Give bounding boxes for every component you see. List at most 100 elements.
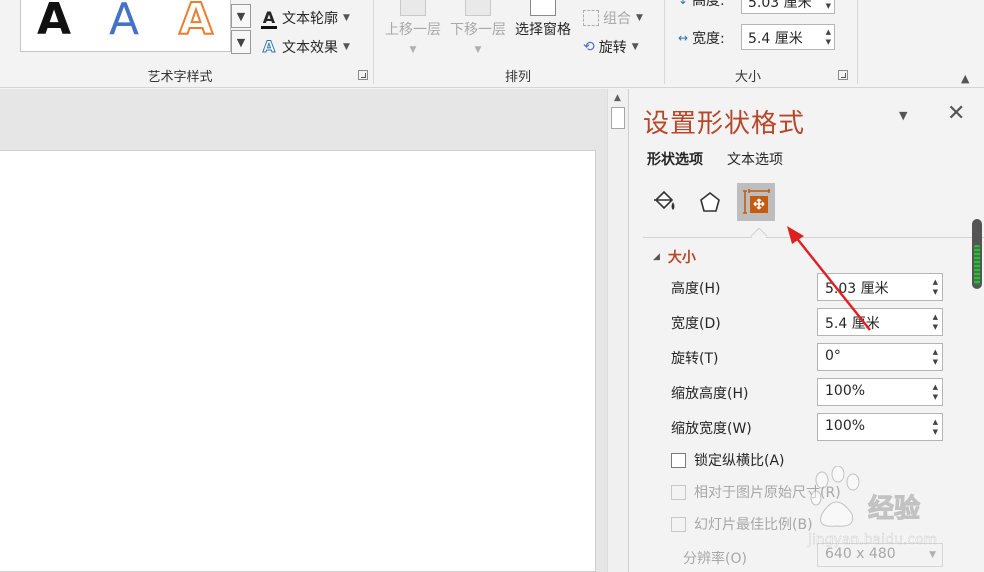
spin-up-icon[interactable]: ▲: [933, 382, 938, 392]
spin-down-icon[interactable]: ▼: [933, 392, 938, 402]
chevron-down-icon: ▼: [929, 550, 936, 560]
resolution-label: 分辨率(O): [683, 551, 747, 567]
spin-up-icon[interactable]: ▲: [826, 27, 831, 37]
wordart-style-black[interactable]: A: [37, 0, 71, 45]
size-group-label: 大小: [734, 70, 761, 85]
spin-down-icon[interactable]: ▼: [826, 1, 831, 11]
ribbon-height-input[interactable]: 5.03 厘米 ▲▼: [741, 0, 835, 14]
size-dialog-launcher-icon[interactable]: [838, 70, 848, 80]
spin-down-icon[interactable]: ▼: [933, 322, 938, 332]
spin-down-icon[interactable]: ▼: [933, 427, 938, 437]
active-category-pointer: [750, 227, 768, 245]
wordart-style-gallery[interactable]: A A A: [20, 0, 231, 52]
ribbon-width-input[interactable]: 5.4 厘米 ▲ ▼: [741, 24, 835, 50]
scale-width-value: 100%: [825, 418, 866, 434]
shape-width-icon: ↔: [678, 31, 689, 45]
spin-up-icon[interactable]: ▲: [933, 347, 938, 357]
height-value: 5.03 厘米: [825, 281, 889, 297]
ribbon-width-value: 5.4 厘米: [748, 31, 803, 47]
size-section-header[interactable]: ◢ 大小: [653, 247, 696, 267]
scrollbar-thumb[interactable]: [611, 107, 625, 129]
text-outline-button[interactable]: A 文本轮廓 ▼: [260, 8, 350, 29]
caret-down-icon: ▼: [343, 13, 350, 23]
collapse-triangle-icon: ◢: [653, 252, 660, 262]
selection-pane-button[interactable]: 选择窗格: [515, 0, 571, 39]
gallery-more-button[interactable]: ▼: [231, 30, 251, 54]
rotation-label: 旋转(T): [671, 351, 719, 367]
width-spinner[interactable]: ▲ ▼: [933, 312, 938, 332]
text-effect-button[interactable]: A 文本效果 ▼: [260, 37, 350, 57]
slide-canvas[interactable]: [0, 150, 596, 572]
bring-forward-icon: [400, 0, 426, 16]
wordart-style-blue[interactable]: A: [109, 0, 139, 45]
resolution-select[interactable]: 640 x 480 ▼: [817, 543, 943, 567]
fill-line-icon[interactable]: [645, 183, 683, 221]
height-spinner[interactable]: ▲ ▼: [933, 277, 938, 297]
height-input[interactable]: 5.03 厘米 ▲ ▼: [817, 273, 943, 301]
scale-width-label: 缩放宽度(W): [671, 421, 752, 437]
size-section-title: 大小: [667, 250, 696, 266]
rotation-input[interactable]: 0° ▲ ▼: [817, 343, 943, 371]
wordart-dialog-launcher-icon[interactable]: [358, 70, 368, 80]
text-outline-icon: A: [260, 10, 278, 29]
lock-aspect-checkbox[interactable]: [671, 452, 686, 468]
rotate-button[interactable]: ⟲ 旋转 ▼: [583, 37, 639, 57]
bring-forward-label: 上移一层: [385, 22, 441, 38]
relative-original-checkbox[interactable]: [671, 484, 686, 500]
spin-down-icon[interactable]: ▼: [826, 37, 831, 47]
height-row: 高度(H) 5.03 厘米 ▲ ▼: [671, 273, 943, 301]
width-label: 宽度(D): [671, 316, 721, 332]
slide-vertical-scrollbar[interactable]: ▲: [607, 89, 629, 572]
group-objects-button[interactable]: 组合 ▼: [583, 8, 643, 28]
scale-height-input[interactable]: 100% ▲ ▼: [817, 378, 943, 406]
rotate-label: 旋转: [598, 40, 627, 56]
scale-width-input[interactable]: 100% ▲ ▼: [817, 413, 943, 441]
selection-pane-icon: [530, 0, 556, 16]
send-backward-icon: [465, 0, 491, 16]
spin-up-icon[interactable]: ▲: [933, 312, 938, 322]
close-icon[interactable]: ✕: [947, 101, 965, 127]
send-backward-label: 下移一层: [450, 22, 506, 38]
spin-down-icon[interactable]: ▼: [933, 287, 938, 297]
width-input[interactable]: 5.4 厘米 ▲ ▼: [817, 308, 943, 336]
ribbon-width-label-row: ↔ 宽度:: [678, 28, 725, 48]
spin-down-icon[interactable]: ▼: [933, 357, 938, 367]
group-divider: [373, 0, 374, 84]
scale-width-row: 缩放宽度(W) 100% ▲ ▼: [671, 413, 943, 441]
bring-forward-button[interactable]: 上移一层 ▼: [385, 0, 441, 55]
pane-divider: [643, 237, 984, 238]
category-icon-bar: [645, 183, 775, 221]
gallery-scroll-down-button[interactable]: ▼: [231, 4, 251, 28]
spin-up-icon[interactable]: ▲: [933, 277, 938, 287]
ribbon-width-label: 宽度:: [692, 31, 725, 47]
effects-icon[interactable]: [691, 183, 729, 221]
best-scale-checkbox[interactable]: [671, 516, 686, 532]
wordart-group-label: 艺术字样式: [147, 70, 213, 85]
pane-options-dropdown-icon[interactable]: ▼: [899, 109, 907, 122]
resolution-row: 分辨率(O) 640 x 480 ▼: [683, 543, 943, 571]
lock-aspect-checkbox-row[interactable]: 锁定纵横比(A): [671, 450, 785, 470]
tab-text-options[interactable]: 文本选项: [727, 149, 783, 169]
send-backward-button[interactable]: 下移一层 ▼: [450, 0, 506, 55]
text-outline-label: 文本轮廓: [282, 11, 338, 27]
size-properties-icon[interactable]: [737, 183, 775, 221]
pane-scrollbar-thumb[interactable]: [972, 219, 982, 289]
height-spin-buttons[interactable]: ▲▼: [826, 0, 831, 11]
rotation-spinner[interactable]: ▲ ▼: [933, 347, 938, 367]
caret-down-icon: ▼: [474, 45, 482, 55]
wordart-style-orange-outline[interactable]: A: [178, 0, 214, 46]
chevron-down-icon: ▼: [236, 9, 246, 23]
collapse-ribbon-icon[interactable]: ▲: [961, 72, 969, 85]
relative-original-checkbox-row[interactable]: 相对于图片原始尺寸(R): [671, 482, 841, 502]
width-row: 宽度(D) 5.4 厘米 ▲ ▼: [671, 308, 943, 336]
group-divider: [664, 0, 665, 84]
scale-height-spinner[interactable]: ▲ ▼: [933, 382, 938, 402]
tab-shape-options[interactable]: 形状选项: [647, 149, 703, 169]
spin-up-icon[interactable]: ▲: [933, 417, 938, 427]
pane-tabs: 形状选项 文本选项: [647, 149, 783, 169]
scale-width-spinner[interactable]: ▲ ▼: [933, 417, 938, 437]
scroll-up-icon[interactable]: ▲: [614, 93, 621, 103]
caret-down-icon: ▼: [636, 13, 643, 23]
width-spin-buttons[interactable]: ▲ ▼: [826, 27, 831, 47]
best-scale-checkbox-row[interactable]: 幻灯片最佳比例(B): [671, 514, 813, 534]
